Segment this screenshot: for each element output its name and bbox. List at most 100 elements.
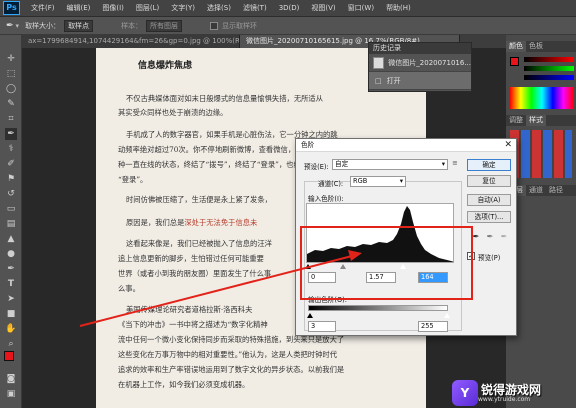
channel-label: 通道(C): xyxy=(318,180,344,188)
quick-mask-icon[interactable]: ◙ xyxy=(5,373,17,385)
lasso-tool-icon[interactable]: ◯ xyxy=(5,83,17,95)
doc-line: 《当下的冲击》一书中将之描述为“数字化精神 xyxy=(118,320,268,329)
marquee-tool-icon[interactable]: ⬚ xyxy=(5,68,17,80)
tab-styles[interactable]: 样式 xyxy=(526,115,546,126)
menu-3d[interactable]: 3D(D) xyxy=(273,4,306,12)
color-slider-g[interactable] xyxy=(524,66,574,71)
path-select-tool-icon[interactable]: ➤ xyxy=(5,293,17,305)
quick-select-tool-icon[interactable]: ✎ xyxy=(5,98,17,110)
history-snapshot[interactable]: 微信图片_2020071016... xyxy=(369,54,471,72)
doc-line: 美国传媒理论研究者道格拉斯·洛西科夫 xyxy=(126,305,253,314)
doc-line: “登录”。 xyxy=(118,175,148,184)
gradient-tool-icon[interactable]: ▤ xyxy=(5,218,17,230)
gray-point-eyedropper-icon[interactable]: ✒ xyxy=(485,231,495,242)
tab-channels[interactable]: 通道 xyxy=(526,185,546,196)
zoom-tool-icon[interactable]: ⌕ xyxy=(5,338,17,350)
eyedropper-tool-icon[interactable]: ✒ xyxy=(5,128,17,140)
color-spectrum[interactable] xyxy=(510,87,574,109)
photoshop-logo: Ps xyxy=(3,1,20,15)
menu-image[interactable]: 图像(I) xyxy=(96,3,130,13)
tab-swatches[interactable]: 色板 xyxy=(526,41,546,52)
document-title: 信息爆炸焦虑 xyxy=(138,61,193,71)
white-point-eyedropper-icon[interactable]: ✒ xyxy=(499,231,509,242)
sample-size-select[interactable]: 取样点 xyxy=(64,19,94,32)
eyedropper-icon[interactable]: ✒ xyxy=(6,21,14,31)
reset-button[interactable]: 复位 xyxy=(467,175,511,187)
menu-window[interactable]: 窗口(W) xyxy=(342,3,380,13)
output-black-slider[interactable] xyxy=(307,313,313,318)
menu-layer[interactable]: 图层(L) xyxy=(130,3,165,13)
healing-tool-icon[interactable]: ⚕ xyxy=(5,143,17,155)
crop-tool-icon[interactable]: ⌗ xyxy=(5,113,17,125)
foreground-color-swatch[interactable] xyxy=(4,351,14,361)
doc-line: 这看起来像是，我们已经被抛入了信息的汪洋 xyxy=(126,239,272,248)
document-icon: □ xyxy=(375,76,382,85)
menu-file[interactable]: 文件(F) xyxy=(25,3,61,13)
site-watermark: Y 锐得游戏网 www.ytruide.com xyxy=(452,378,576,408)
output-white-field[interactable]: 255 xyxy=(418,321,448,332)
channel-select[interactable]: RGB ▾ xyxy=(350,176,406,187)
preset-label: 预设(E): xyxy=(304,163,329,171)
doc-line: 其实受众同样也处于崩溃的边缘。 xyxy=(118,108,228,117)
output-white-slider[interactable] xyxy=(444,313,450,318)
sample-select[interactable]: 所有图层 xyxy=(146,19,183,32)
menu-type[interactable]: 文字(Y) xyxy=(165,3,201,13)
brush-tool-icon[interactable]: ✐ xyxy=(5,158,17,170)
menu-filter[interactable]: 滤镜(T) xyxy=(237,3,273,13)
doc-line: 世界（或者小到我的朋友圈）里面发生了什么事 xyxy=(118,269,272,278)
doc-line: 时间仿佛被压缩了，生活便是永上紧了发条， xyxy=(126,195,272,204)
history-brush-icon[interactable]: ↺ xyxy=(5,188,17,200)
ok-button[interactable]: 确定 xyxy=(467,159,511,171)
tab-document-1[interactable]: ax=1799684914,1074429164&fm=26&gp=0.jpg … xyxy=(22,35,240,48)
output-gradient xyxy=(308,305,448,311)
eraser-tool-icon[interactable]: ▭ xyxy=(5,203,17,215)
hand-tool-icon[interactable]: ✋ xyxy=(5,323,17,335)
tab-color[interactable]: 颜色 xyxy=(506,41,526,52)
menu-bar: Ps 文件(F) 编辑(E) 图像(I) 图层(L) 文字(Y) 选择(S) 滤… xyxy=(0,0,576,17)
move-tool-icon[interactable]: ✛ xyxy=(5,53,17,65)
styles-swatches[interactable] xyxy=(510,130,572,178)
menu-select[interactable]: 选择(S) xyxy=(201,3,237,13)
menu-help[interactable]: 帮助(H) xyxy=(380,3,417,13)
auto-button[interactable]: 自动(A) xyxy=(467,194,511,206)
watermark-logo-icon: Y xyxy=(452,380,478,406)
doc-line: 这些变化在万事万物中的相对重要性。”他认为，这是人类把时钟时代 xyxy=(118,350,337,359)
output-black-field[interactable]: 3 xyxy=(308,321,336,332)
menu-edit[interactable]: 编辑(E) xyxy=(61,3,97,13)
history-panel: 历史记录 微信图片_2020071016... □ 打开 xyxy=(368,42,472,92)
tab-paths[interactable]: 路径 xyxy=(546,185,566,196)
doc-line: 动频率绝对超过70次。你不停地刷新微博，查看微信，从一只 xyxy=(118,145,318,154)
fg-color-chip[interactable] xyxy=(510,57,519,66)
levels-dialog-title: 色阶 xyxy=(296,139,516,152)
doc-line: 追上信息更新的脚步，生怕错过任何可能重要 xyxy=(118,254,264,263)
doc-line: 种一直在线的状态，终结了“拨号”，终结了“登录”，也终结了 xyxy=(118,160,316,169)
color-panel-tabs: 颜色 色板 xyxy=(506,41,576,52)
tools-panel: ✛ ⬚ ◯ ✎ ⌗ ✒ ⚕ ✐ ⚑ ↺ ▭ ▤ ▲ ● ✒ T ➤ ■ ✋ ⌕ … xyxy=(0,35,22,408)
adjust-panel-tabs: 调整 样式 xyxy=(506,115,576,126)
dodge-tool-icon[interactable]: ● xyxy=(5,248,17,260)
chevron-down-icon[interactable]: ▾ xyxy=(16,22,20,30)
stamp-tool-icon[interactable]: ⚑ xyxy=(5,173,17,185)
doc-line: 在机器上工作，如今我们必须变成机器。 xyxy=(118,380,250,389)
history-panel-title: 历史记录 xyxy=(369,43,471,54)
show-ring-label: 显示取样环 xyxy=(222,21,258,30)
tab-adjustments[interactable]: 调整 xyxy=(506,115,526,126)
preset-menu-icon[interactable]: ≡ xyxy=(452,159,458,167)
type-tool-icon[interactable]: T xyxy=(5,278,17,290)
pen-tool-icon[interactable]: ✒ xyxy=(5,263,17,275)
blur-tool-icon[interactable]: ▲ xyxy=(5,233,17,245)
menu-view[interactable]: 视图(V) xyxy=(305,3,341,13)
options-button[interactable]: 选项(T)... xyxy=(467,211,511,223)
options-bar: ✒ ▾ 取样大小： 取样点 样本： 所有图层 显示取样环 xyxy=(0,17,576,35)
screen-mode-icon[interactable]: ▣ xyxy=(5,388,17,400)
watermark-name: 锐得游戏网 xyxy=(481,382,542,397)
color-slider-b[interactable] xyxy=(524,75,574,80)
shape-tool-icon[interactable]: ■ xyxy=(5,308,17,320)
show-ring-checkbox[interactable] xyxy=(210,21,219,30)
history-state-open[interactable]: □ 打开 xyxy=(369,72,471,90)
close-icon[interactable]: ✕ xyxy=(504,140,512,150)
input-levels-label: 输入色阶(I): xyxy=(308,195,344,203)
doc-line: 么事。 xyxy=(118,284,140,293)
color-slider-r[interactable] xyxy=(524,57,574,62)
preset-select[interactable]: 自定 ▾ xyxy=(332,159,448,170)
